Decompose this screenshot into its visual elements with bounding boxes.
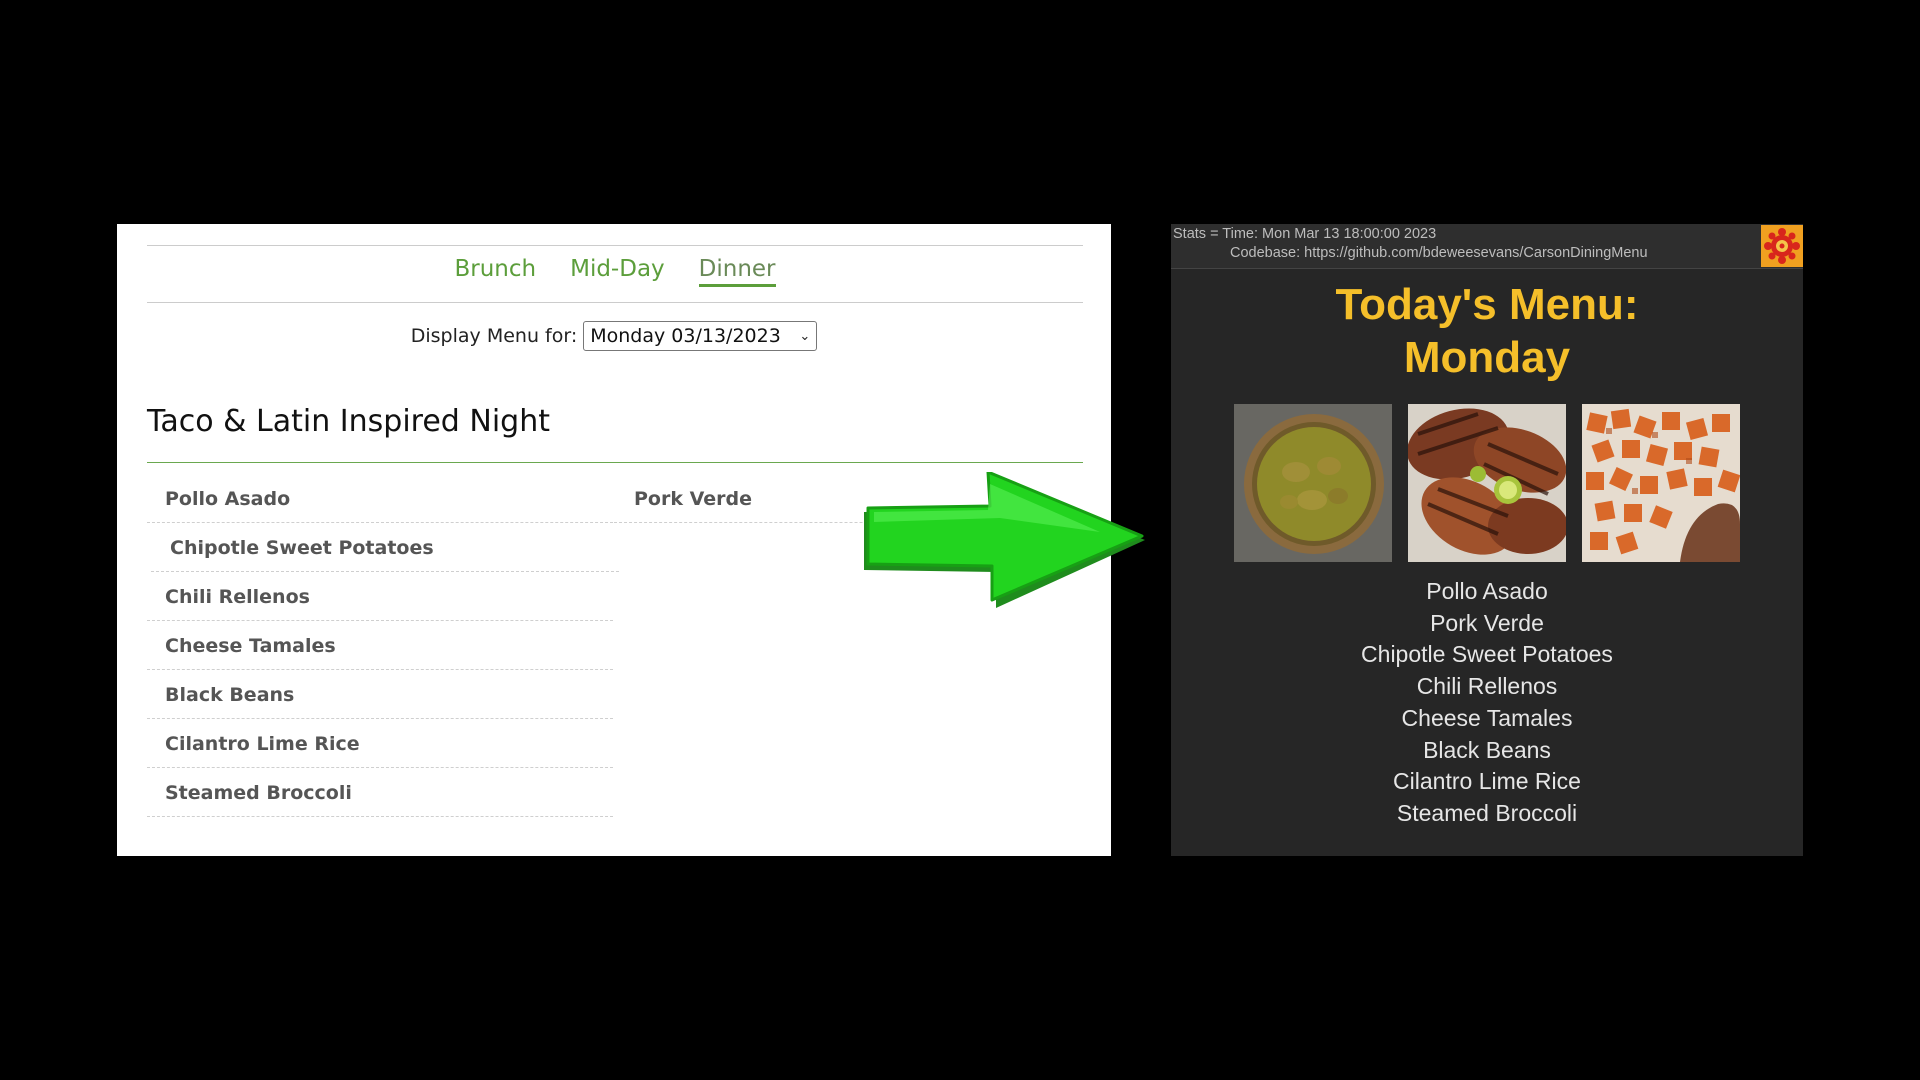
chevron-down-icon: ⌄ bbox=[799, 328, 811, 344]
grilled-chicken-photo bbox=[1408, 404, 1566, 562]
sweet-potato-cubes-photo bbox=[1582, 404, 1740, 562]
board-menu-list: Pollo Asado Pork Verde Chipotle Sweet Po… bbox=[1171, 576, 1803, 830]
board-title-day: Monday bbox=[1403, 333, 1571, 382]
green-stew-bowl-photo bbox=[1234, 404, 1392, 562]
menu-item: Chili Rellenos bbox=[147, 572, 613, 621]
menu-board-panel: Stats = Time: Mon Mar 13 18:00:00 2023 C… bbox=[1171, 224, 1803, 856]
menu-item: Steamed Broccoli bbox=[147, 768, 613, 817]
flower-logo-icon bbox=[1761, 225, 1803, 267]
theme-divider bbox=[147, 462, 1083, 463]
tab-brunch[interactable]: Brunch bbox=[454, 256, 536, 287]
board-title: Today's Menu: Monday bbox=[1171, 278, 1803, 384]
board-menu-item: Cilantro Lime Rice bbox=[1393, 768, 1581, 795]
tab-mid-day[interactable]: Mid-Day bbox=[570, 256, 665, 287]
theme-title: Taco & Latin Inspired Night bbox=[147, 404, 550, 439]
meal-tabs: Brunch Mid-Day Dinner bbox=[147, 256, 1083, 287]
stats-codebase: Codebase: https://github.com/bdeweesevan… bbox=[1230, 245, 1648, 261]
board-menu-item: Black Beans bbox=[1423, 736, 1551, 763]
menu-item: Black Beans bbox=[147, 670, 613, 719]
board-menu-item: Pork Verde bbox=[1430, 609, 1544, 636]
meal-tabs-bar: Brunch Mid-Day Dinner bbox=[147, 245, 1083, 303]
display-menu-label: Display Menu for: bbox=[410, 325, 578, 347]
stats-bar: Stats = Time: Mon Mar 13 18:00:00 2023 C… bbox=[1171, 224, 1803, 269]
board-menu-item: Pollo Asado bbox=[1426, 578, 1548, 604]
board-menu-item: Chili Rellenos bbox=[1416, 673, 1558, 700]
stats-time: Stats = Time: Mon Mar 13 18:00:00 2023 bbox=[1173, 226, 1437, 242]
menu-item: Cheese Tamales bbox=[147, 621, 613, 670]
board-menu-item: Steamed Broccoli bbox=[1396, 799, 1578, 826]
board-menu-item: Chipotle Sweet Potatoes bbox=[1361, 641, 1613, 668]
board-title-line1: Today's Menu: bbox=[1335, 280, 1639, 329]
selected-date: Monday 03/13/2023 bbox=[590, 325, 781, 347]
menu-item: Cilantro Lime Rice bbox=[147, 719, 613, 768]
right-arrow-icon bbox=[864, 472, 1145, 608]
menu-item: Pollo Asado bbox=[147, 474, 613, 523]
date-select[interactable]: Monday 03/13/2023 ⌄ bbox=[583, 321, 818, 351]
date-selector-row: Display Menu for: Monday 03/13/2023 ⌄ bbox=[117, 321, 1111, 351]
menu-item: Chipotle Sweet Potatoes bbox=[151, 523, 619, 572]
tab-dinner[interactable]: Dinner bbox=[698, 256, 776, 287]
board-menu-item: Cheese Tamales bbox=[1401, 704, 1573, 731]
